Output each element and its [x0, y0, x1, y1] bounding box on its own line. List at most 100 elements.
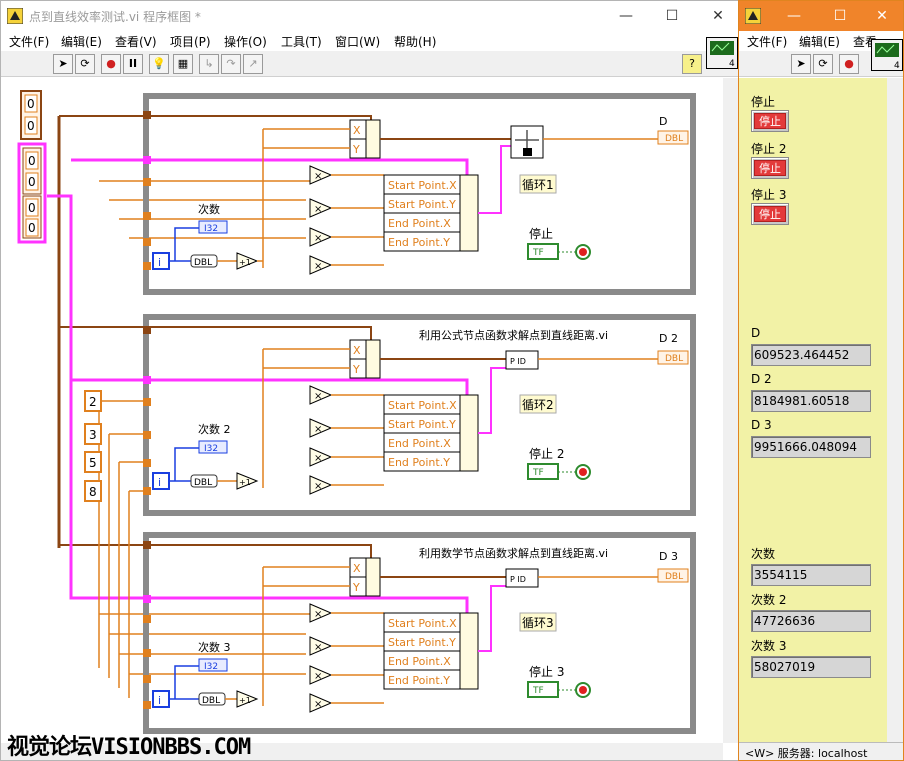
diagram-svg: X Y × × × × Start Point.X Start Point.Y …	[17, 90, 696, 734]
minimize-button[interactable]: —	[603, 1, 649, 31]
panel-menu-edit[interactable]: 编辑(E)	[799, 33, 840, 50]
svg-text:×: ×	[314, 481, 322, 492]
svg-text:End Point.Y: End Point.Y	[388, 674, 450, 687]
svg-text:X: X	[353, 562, 361, 575]
svg-text:停止 2: 停止 2	[529, 446, 564, 461]
menu-window[interactable]: 窗口(W)	[335, 33, 380, 50]
svg-text:DBL: DBL	[202, 696, 220, 706]
stop-button-2[interactable]: 停止	[751, 157, 789, 179]
svg-text:0: 0	[28, 154, 36, 168]
panel-titlebar[interactable]: — ☐ ✕	[739, 1, 903, 31]
stop-label-1: 停止	[529, 226, 553, 241]
count-indicator-type: I32	[204, 224, 218, 234]
d2-label: D 2	[751, 372, 772, 386]
menu-operate[interactable]: 操作(O)	[224, 33, 267, 50]
svg-text:+1: +1	[239, 258, 251, 267]
close-button[interactable]: ✕	[695, 1, 739, 31]
step-into-button[interactable]: ↳	[199, 54, 219, 74]
svg-text:×: ×	[314, 391, 322, 402]
svg-text:TF: TF	[532, 468, 544, 478]
multiply-nodes[interactable]: × × × ×	[309, 165, 333, 275]
svg-text:DBL: DBL	[665, 354, 683, 364]
menu-project[interactable]: 项目(P)	[170, 33, 211, 50]
close-icon: ✕	[876, 8, 888, 24]
panel-maximize-button[interactable]: ☐	[817, 1, 863, 31]
svg-text:D 2: D 2	[659, 332, 678, 345]
highlight-execution-button[interactable]: 💡	[149, 54, 169, 74]
svg-text:循环3: 循环3	[522, 616, 554, 630]
stop-button-1[interactable]: 停止	[751, 110, 789, 132]
abort-icon: ●	[106, 57, 116, 70]
vi-icon[interactable]: 4	[706, 37, 738, 69]
panel-vi-icon[interactable]: 4	[871, 39, 903, 71]
svg-text:TF: TF	[532, 248, 544, 258]
y-label: Y	[352, 143, 360, 156]
svg-text:Start Point.X: Start Point.X	[388, 399, 457, 412]
abort-button[interactable]: ●	[101, 54, 121, 74]
pause-icon: II	[128, 57, 138, 70]
stop-button-3[interactable]: 停止	[751, 203, 789, 225]
point-cluster-constant[interactable]: 0 0	[20, 90, 42, 140]
svg-text:×: ×	[314, 609, 322, 620]
svg-text:Start Point.Y: Start Point.Y	[388, 418, 456, 431]
svg-text:×: ×	[314, 261, 322, 272]
svg-text:i: i	[158, 476, 161, 489]
step-out-button[interactable]: ↗	[243, 54, 263, 74]
svg-text:D 3: D 3	[659, 550, 678, 563]
svg-text:End Point.X: End Point.X	[388, 437, 451, 450]
panel-minimize-button[interactable]: —	[771, 1, 817, 31]
menu-help[interactable]: 帮助(H)	[394, 33, 436, 50]
line-cluster-constant[interactable]: 0 0 0 0	[17, 142, 47, 244]
svg-text:0: 0	[27, 97, 35, 111]
count-indicator-3: 58027019	[751, 656, 871, 678]
menu-tools[interactable]: 工具(T)	[281, 33, 322, 50]
subvi-label-2: 利用公式节点函数求解点到直线距离.vi	[419, 328, 608, 342]
panel-run-button[interactable]: ➤	[791, 54, 811, 74]
step-into-icon: ↳	[204, 57, 214, 70]
svg-text:I32: I32	[204, 662, 218, 672]
panel-close-button[interactable]: ✕	[859, 1, 903, 31]
svg-text:0: 0	[28, 201, 36, 215]
menu-view[interactable]: 查看(V)	[115, 33, 157, 50]
context-help-button[interactable]: ?	[682, 54, 702, 74]
svg-text:×: ×	[314, 453, 322, 464]
pause-button[interactable]: II	[123, 54, 143, 74]
svg-text:i: i	[158, 256, 161, 269]
abort-icon: ●	[844, 57, 854, 70]
stop-label-3: 停止 3	[751, 188, 787, 202]
diagram-toolbar: ➤ ⟳ ● II 💡 ▦ ↳ ↷ ↗ ?	[1, 51, 739, 77]
panel-menu-file[interactable]: 文件(F)	[747, 33, 787, 50]
panel-status-bar: <W> 服务器: localhost	[739, 742, 903, 760]
svg-text:Start Point.Y: Start Point.Y	[388, 636, 456, 649]
panel-vertical-scrollbar[interactable]	[887, 78, 903, 742]
diagram-canvas[interactable]: X Y × × × × Start Point.X Start Point.Y …	[1, 78, 723, 743]
count-indicator-1: 3554115	[751, 564, 871, 586]
maximize-icon: ☐	[833, 8, 847, 24]
d3-label: D 3	[751, 418, 772, 432]
stop-label-1: 停止	[751, 95, 776, 109]
svg-text:循环2: 循环2	[522, 398, 554, 412]
cluster-start-y: Start Point.Y	[388, 198, 456, 211]
brown-wire-loop3	[59, 544, 372, 560]
svg-text:DBL: DBL	[665, 134, 683, 144]
menu-file[interactable]: 文件(F)	[9, 33, 49, 50]
svg-text:0: 0	[28, 175, 36, 189]
svg-text:+1: +1	[239, 478, 251, 487]
count-label-1: 次数	[751, 547, 776, 561]
panel-run-continuously-button[interactable]: ⟳	[813, 54, 833, 74]
svg-text:次数 2: 次数 2	[198, 422, 231, 436]
svg-text:Y: Y	[352, 581, 360, 594]
svg-text:TF: TF	[532, 686, 544, 696]
probe-icon: ▦	[177, 57, 189, 70]
step-over-button[interactable]: ↷	[221, 54, 241, 74]
loop1-content: X Y × × × × Start Point.X Start Point.Y …	[152, 119, 511, 275]
maximize-button[interactable]: ☐	[649, 1, 695, 31]
run-continuously-button[interactable]: ⟳	[75, 54, 95, 74]
run-button[interactable]: ➤	[53, 54, 73, 74]
d-label: D	[751, 326, 761, 340]
menu-edit[interactable]: 编辑(E)	[61, 33, 102, 50]
retain-wire-values-button[interactable]: ▦	[173, 54, 193, 74]
panel-abort-button[interactable]: ●	[839, 54, 859, 74]
diagram-titlebar[interactable]: 点到直线效率测试.vi 程序框图 * — ☐ ✕	[1, 1, 739, 31]
diagram-title: 点到直线效率测试.vi 程序框图 *	[29, 10, 201, 24]
